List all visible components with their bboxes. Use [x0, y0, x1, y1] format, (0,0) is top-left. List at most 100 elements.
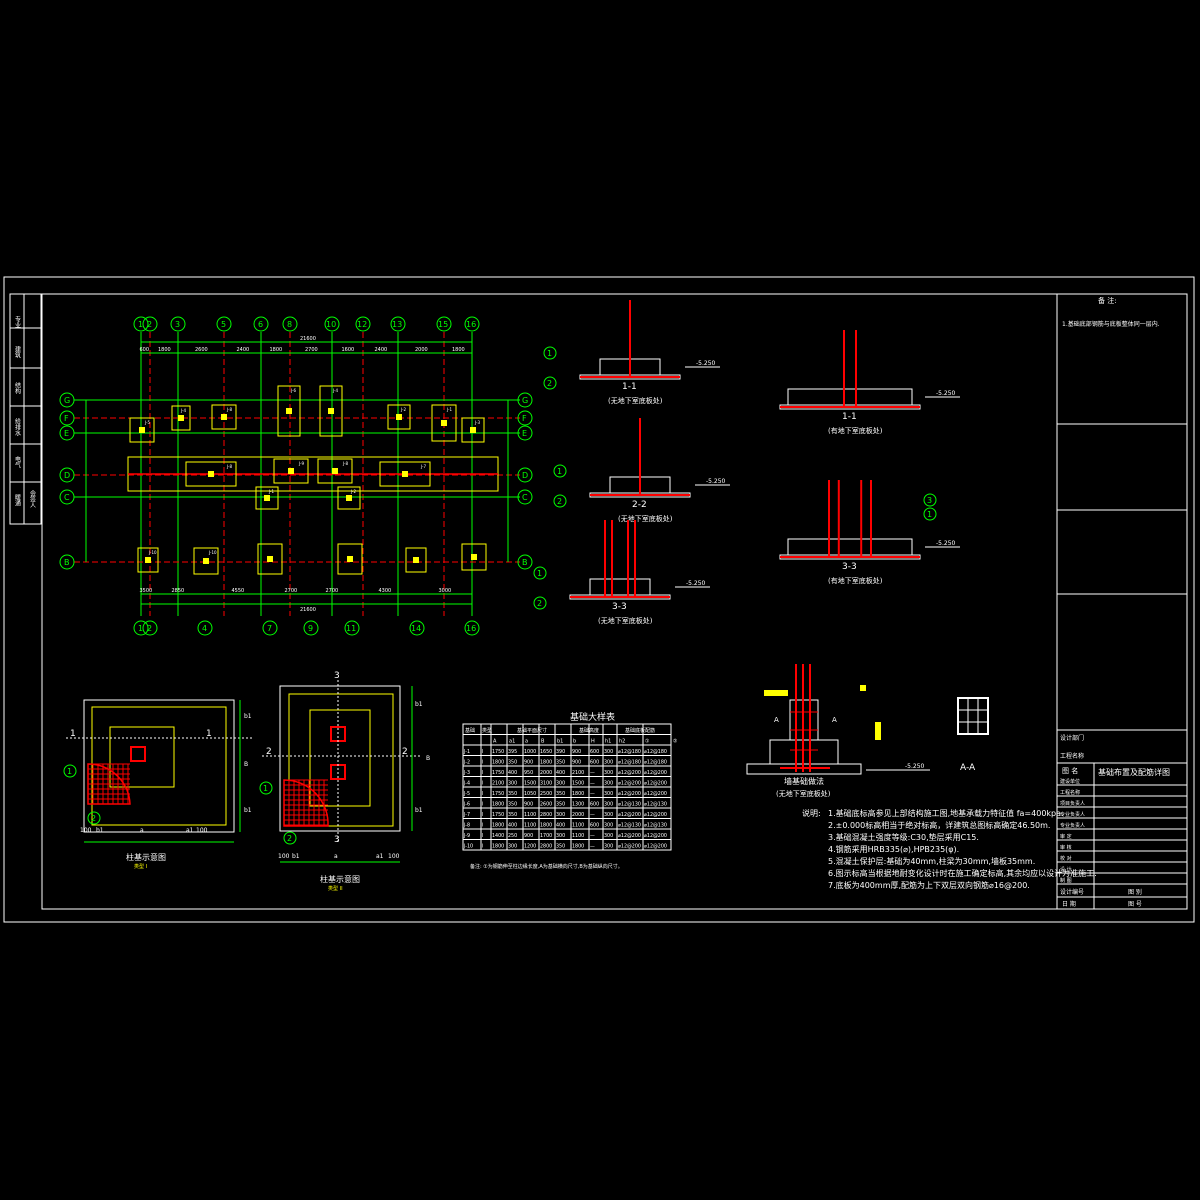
section-elev: -5.250 [936, 390, 956, 397]
bottom-dim: 2850 [172, 588, 185, 594]
column-square [396, 414, 402, 420]
table-cell: 1800 [492, 844, 504, 850]
section-elev: -5.250 [686, 580, 706, 587]
table-cell: 300 [556, 833, 565, 839]
table-cell: 1800 [572, 791, 584, 797]
table-cell: — [590, 782, 595, 787]
table-cell: — [590, 845, 595, 850]
table-cell: 2100 [572, 770, 584, 776]
d1-dim-1: b1 [96, 827, 104, 834]
table-cell: J-5 [463, 791, 470, 797]
table-cell: 300 [604, 823, 613, 829]
section-title: 2-2 [632, 500, 647, 510]
axis-bottom: 2 [147, 624, 152, 633]
table-cell: 400 [508, 770, 517, 776]
table-cell: 1800 [492, 802, 504, 808]
d1-cut-left: 1 [70, 729, 76, 739]
footing-tag: J-1 [446, 407, 452, 412]
axis-bottom: 11 [346, 624, 356, 633]
table-header: b [573, 739, 576, 745]
section-marker: 3 [927, 496, 932, 505]
table-cell: 350 [508, 812, 517, 818]
d2-sdim-0: b1 [415, 701, 423, 708]
table-cell: 1100 [572, 833, 584, 839]
table-cell: I [482, 833, 483, 839]
section-elev: -5.250 [936, 540, 956, 547]
table-cell: ⌀12@180 [644, 760, 667, 766]
table-header: b1 [557, 739, 563, 745]
table-header: B [541, 739, 545, 745]
title-block-row: 审 定 [1060, 833, 1072, 840]
d2-dim-4: 100 [388, 853, 400, 860]
table-cell: 390 [556, 749, 565, 755]
footing-tag: J-10 [208, 550, 217, 555]
column-square [208, 471, 214, 477]
d2-dim-0: 100 [278, 853, 290, 860]
table-cell: 1400 [492, 833, 504, 839]
axis-top: 10 [326, 320, 336, 329]
section-caption: (无地下室底板处) [608, 396, 663, 405]
bottom-dim: 2700 [326, 588, 339, 594]
strip-label-4: 电气 [14, 455, 21, 468]
axis-right: C [522, 493, 528, 502]
top-dim: 1800 [452, 347, 465, 353]
table-cell: — [590, 792, 595, 797]
table-cell: 300 [604, 791, 613, 797]
table-cell: — [590, 771, 595, 776]
d2-sdim-2: b1 [415, 807, 423, 814]
d2-cut3-bottom: 3 [334, 835, 340, 845]
table-header: ② [673, 739, 678, 745]
table-cell: 350 [556, 802, 565, 808]
title-block-row: 校 对 [1060, 855, 1072, 862]
table-cell: 400 [556, 770, 565, 776]
column-square [332, 468, 338, 474]
footing-tag: J-4 [180, 408, 186, 413]
title-block-row: 设 计 [1060, 866, 1072, 873]
table-cell: J-7 [463, 812, 470, 818]
title-block-row: 建设单位 [1060, 778, 1080, 785]
section-title: 3-3 [842, 562, 857, 572]
table-cell: ⌀12@200 [644, 791, 667, 797]
table-cell: 1050 [524, 791, 536, 797]
axis-bottom: 1 [138, 624, 143, 633]
note-line: 1.基础底标高参见上部结构施工图,地基承载力特征值 fa=400kpa. [828, 808, 1064, 818]
d2-cut3-top: 3 [334, 671, 340, 681]
footing-tag: J-4 [332, 388, 338, 393]
top-dim: 2600 [195, 347, 208, 353]
axis-right: D [522, 471, 528, 480]
axis-left: D [64, 471, 70, 480]
bottom-dim: 3000 [439, 588, 452, 594]
table-cell: ⌀12@200 [644, 770, 667, 776]
table-note: 备注: ①为钢筋伸至柱边缘长度,A为基础横向尺寸,B为基础纵向尺寸。 [470, 863, 623, 870]
table-cell: ⌀12@200 [618, 833, 641, 839]
axis-bottom: 7 [267, 624, 272, 633]
table-cell: I [482, 812, 483, 818]
table-cell: 300 [604, 770, 613, 776]
table-group-header: 类型 [482, 727, 492, 734]
table-cell: 1800 [540, 823, 552, 829]
section-marker: 1 [557, 467, 562, 476]
table-cell: 1300 [572, 802, 584, 808]
panel-foot-mid: 图 别 [1128, 888, 1142, 896]
table-cell: 300 [604, 760, 613, 766]
table-cell: 1750 [492, 749, 504, 755]
table-cell: 395 [508, 749, 517, 755]
table-cell: J-2 [463, 760, 470, 766]
axis-bottom: 4 [202, 624, 207, 633]
table-cell: 2000 [572, 812, 584, 818]
column-square [288, 468, 294, 474]
table-header: a [525, 739, 528, 745]
table-cell: 1100 [572, 823, 584, 829]
column-square [221, 414, 227, 420]
table-cell: 3100 [540, 781, 552, 787]
d1-dim-2: a [140, 827, 144, 834]
title-block-row: 审 核 [1060, 844, 1072, 851]
beam-label-a2: A [832, 716, 837, 724]
section-marker: 1 [927, 510, 932, 519]
panel-project-label: 工程名称 [1060, 752, 1084, 760]
table-title: 基础大样表 [570, 711, 615, 723]
axis-top: 13 [392, 320, 402, 329]
table-cell: ⌀12@130 [644, 802, 667, 808]
table-cell: 1750 [492, 770, 504, 776]
axis-top: 3 [175, 320, 180, 329]
